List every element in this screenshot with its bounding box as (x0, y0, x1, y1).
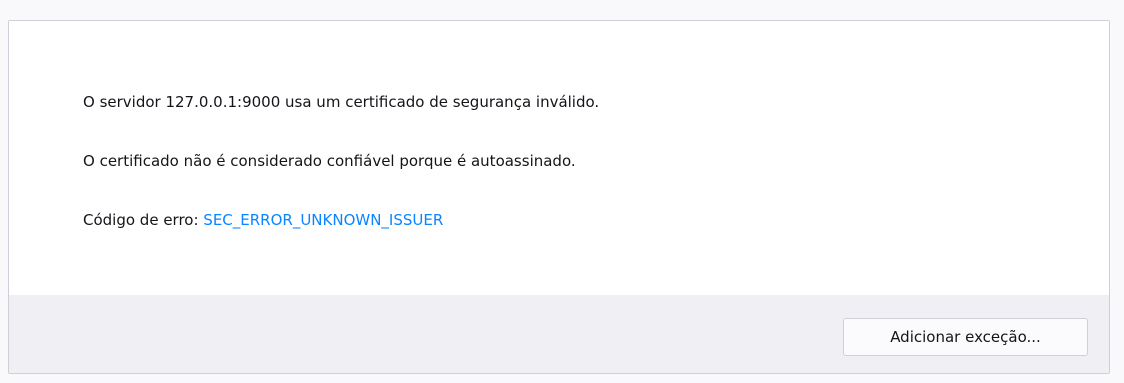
error-code-link[interactable]: SEC_ERROR_UNKNOWN_ISSUER (203, 211, 443, 229)
error-code-line: Código de erro: SEC_ERROR_UNKNOWN_ISSUER (83, 210, 443, 230)
self-signed-message: O certificado não é considerado confiáve… (83, 152, 576, 170)
certificate-error-panel: O servidor 127.0.0.1:9000 usa um certifi… (8, 20, 1110, 374)
panel-footer: Adicionar exceção... (9, 295, 1109, 373)
error-code-label: Código de erro: (83, 211, 204, 229)
error-details: O servidor 127.0.0.1:9000 usa um certifi… (9, 21, 1109, 295)
add-exception-button[interactable]: Adicionar exceção... (843, 318, 1088, 356)
invalid-certificate-message: O servidor 127.0.0.1:9000 usa um certifi… (83, 93, 600, 111)
